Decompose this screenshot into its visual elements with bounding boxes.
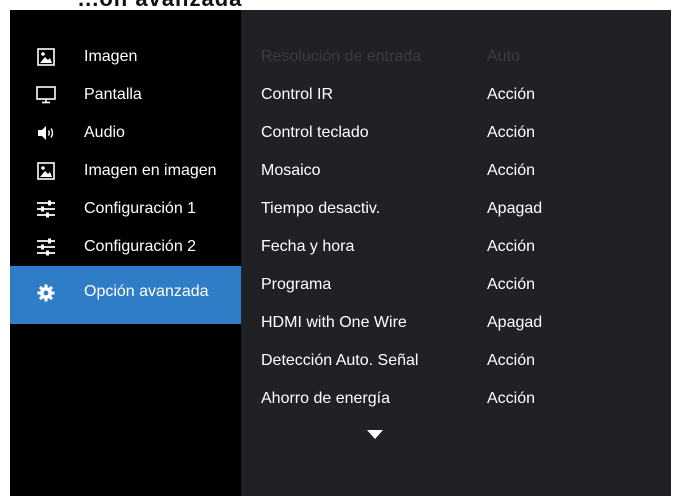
setting-label: HDMI with One Wire — [261, 314, 407, 331]
sidebar-item-configuracion-1[interactable]: Configuración 1 — [10, 190, 241, 228]
sidebar-item-label: Pantalla — [84, 86, 142, 103]
picture-icon — [36, 161, 56, 181]
setting-value: Acción — [487, 276, 536, 293]
setting-value: Acción — [487, 86, 536, 103]
sidebar-item-label: Audio — [84, 124, 125, 141]
setting-value: Acción — [487, 124, 536, 141]
osd-menu: Imagen Pantalla Audio Imagen en imagen C… — [10, 10, 671, 496]
monitor-icon — [36, 85, 56, 105]
setting-row-ahorro-de-energia[interactable]: Ahorro de energía Acción — [241, 380, 671, 418]
sidebar-list: Imagen Pantalla Audio Imagen en imagen C… — [10, 38, 241, 324]
setting-label: Mosaico — [261, 162, 321, 179]
scroll-down-arrow-icon[interactable] — [367, 430, 383, 440]
setting-label: Ahorro de energía — [261, 390, 390, 407]
sliders-icon — [36, 237, 56, 257]
setting-label: Fecha y hora — [261, 238, 355, 255]
setting-label: Control teclado — [261, 124, 369, 141]
setting-value: Apagad — [487, 314, 543, 331]
picture-icon — [36, 47, 56, 67]
sidebar-item-label: Configuración 2 — [84, 238, 197, 255]
setting-value: Acción — [487, 162, 536, 179]
sidebar-item-imagen-en-imagen[interactable]: Imagen en imagen — [10, 152, 241, 190]
setting-row-fecha-y-hora[interactable]: Fecha y hora Acción — [241, 228, 671, 266]
sidebar-item-pantalla[interactable]: Pantalla — [10, 76, 241, 114]
sidebar-item-label: Imagen — [84, 48, 138, 65]
setting-row-hdmi-with-one-wire[interactable]: HDMI with One Wire Apagad — [241, 304, 671, 342]
settings-panel: Resolución de entrada Auto Control IR Ac… — [241, 10, 671, 496]
sidebar-item-audio[interactable]: Audio — [10, 114, 241, 152]
setting-label: Resolución de entrada — [261, 48, 422, 65]
gear-icon — [36, 283, 56, 303]
setting-row-programa[interactable]: Programa Acción — [241, 266, 671, 304]
setting-row-tiempo-desactiv[interactable]: Tiempo desactiv. Apagad — [241, 190, 671, 228]
setting-value: Acción — [487, 390, 536, 407]
speaker-icon — [36, 123, 56, 143]
setting-value: Auto — [487, 48, 520, 65]
setting-row-control-teclado[interactable]: Control teclado Acción — [241, 114, 671, 152]
setting-value: Acción — [487, 352, 536, 369]
header-strip: ...ón avanzada — [0, 0, 681, 10]
setting-row-deteccion-auto-senal[interactable]: Detección Auto. Señal Acción — [241, 342, 671, 380]
sidebar-item-configuracion-2[interactable]: Configuración 2 — [10, 228, 241, 266]
setting-row-mosaico[interactable]: Mosaico Acción — [241, 152, 671, 190]
sidebar-item-label: Opción avanzada — [84, 283, 209, 300]
page-title: ...ón avanzada — [78, 0, 242, 10]
sidebar: Imagen Pantalla Audio Imagen en imagen C… — [10, 10, 241, 496]
sidebar-item-imagen[interactable]: Imagen — [10, 38, 241, 76]
sidebar-item-opcion-avanzada[interactable]: Opción avanzada — [10, 266, 241, 324]
sliders-icon — [36, 199, 56, 219]
setting-row-resolucion-de-entrada: Resolución de entrada Auto — [241, 38, 671, 76]
sidebar-item-label: Imagen en imagen — [84, 162, 217, 179]
sidebar-item-label: Configuración 1 — [84, 200, 197, 217]
setting-value: Apagad — [487, 200, 543, 217]
setting-value: Acción — [487, 238, 536, 255]
setting-label: Detección Auto. Señal — [261, 352, 419, 369]
setting-label: Programa — [261, 276, 332, 293]
setting-label: Control IR — [261, 86, 334, 103]
setting-row-control-ir[interactable]: Control IR Acción — [241, 76, 671, 114]
setting-label: Tiempo desactiv. — [261, 200, 381, 217]
